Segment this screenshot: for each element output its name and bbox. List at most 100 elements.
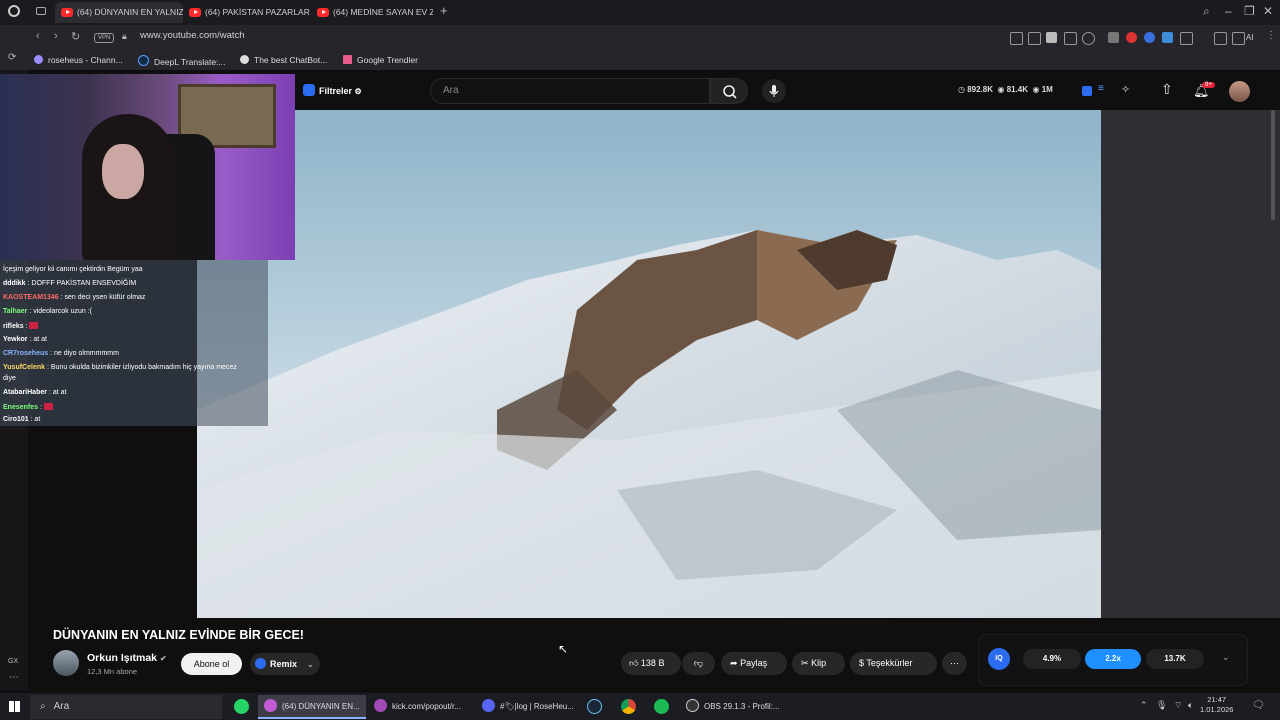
extension-icon[interactable] [1064, 32, 1077, 45]
search-tabs-icon[interactable]: ⌕ [1203, 4, 1210, 19]
iq-stats: ◷ 892.8K ◉ 81.4K ◉ 1M [958, 85, 1053, 94]
subscribe-button[interactable]: Abone ol [181, 653, 242, 675]
channel-avatar[interactable] [53, 650, 79, 676]
extension-icon[interactable] [1180, 32, 1193, 45]
youtube-icon [317, 8, 329, 17]
extension-icon[interactable] [1162, 32, 1173, 43]
extension-icon[interactable] [1144, 32, 1155, 43]
clip-button[interactable]: ✂ Klip [792, 652, 845, 675]
chevron-down-icon[interactable]: ⌄ [1222, 652, 1230, 663]
chat-message: dddikk : DOFFF PAKİSTAN ENSEVDİĞİM [3, 280, 137, 287]
page-scrollbar[interactable] [1271, 110, 1275, 220]
extension-icon[interactable] [1232, 32, 1245, 45]
list-icon[interactable]: ≡ [1098, 83, 1104, 94]
close-window-button[interactable]: ✕ [1263, 4, 1273, 18]
extension-icon[interactable] [1046, 32, 1057, 43]
tab-youtube-3[interactable]: (64) MEDİNE SAYAN EV Z [311, 2, 433, 23]
heart-icon[interactable] [1082, 32, 1095, 45]
microphone-icon[interactable]: 🎙︎ [1156, 700, 1167, 711]
chat-username: rifleks [3, 323, 24, 330]
extension-icon[interactable] [1028, 32, 1041, 45]
bookmark-label: DeepL Translate:... [154, 57, 226, 67]
subscriber-count: 12,3 Mn abone [87, 667, 138, 676]
taskbar-app-browser[interactable]: (64) DÜNYANIN EN... [258, 695, 366, 719]
volume-icon[interactable]: 🔈︎ [1188, 700, 1193, 711]
iq-logo-icon[interactable] [1082, 86, 1092, 96]
filters-label: Filtreler [319, 86, 353, 96]
opera-gx-logo-icon[interactable] [8, 5, 20, 17]
thumbs-down-icon: 👎︎ [693, 658, 704, 668]
tab-overview-icon[interactable] [36, 7, 46, 15]
spotify-icon[interactable] [654, 699, 669, 714]
extension-icon[interactable] [1010, 32, 1023, 45]
bookmarks-bar: roseheus - Chann... DeepL Translate:... … [0, 51, 1280, 70]
share-button[interactable]: ➦ Paylaş [721, 652, 787, 675]
browser-menu-icon[interactable]: ⋮ [1266, 30, 1276, 41]
wifi-icon[interactable]: ⌔ [1174, 700, 1182, 711]
user-avatar[interactable] [1229, 81, 1250, 102]
voice-search-button[interactable] [762, 79, 786, 103]
maximize-button[interactable]: ❐ [1244, 4, 1255, 18]
ai-label[interactable]: AI [1246, 33, 1254, 42]
chat-message: AtabariHaber : at at [3, 389, 67, 396]
bulb-icon[interactable]: ✧ [1121, 83, 1130, 96]
download-icon[interactable] [1214, 32, 1227, 45]
taskbar-app-label: (64) DÜNYANIN EN... [282, 702, 360, 711]
taskbar-app-kick[interactable]: kick.com/popout/r... [368, 695, 473, 719]
chat-username: AtabariHaber [3, 389, 47, 396]
trend-icon [343, 55, 352, 64]
emote-icon [29, 322, 39, 329]
search-input[interactable]: Ara [430, 78, 710, 104]
extension-icon[interactable] [1126, 32, 1137, 43]
vpn-badge[interactable]: VPN [94, 33, 115, 43]
iq-badge[interactable]: IQ [988, 648, 1010, 670]
search-icon: ⌕ [40, 701, 46, 712]
whatsapp-icon[interactable] [234, 699, 249, 714]
back-button[interactable]: ‹ [36, 30, 40, 42]
tray-chevron-icon[interactable]: ⌃ [1140, 700, 1148, 711]
url-field[interactable]: www.youtube.com/watch [140, 30, 245, 41]
taskbar-app-obs[interactable]: OBS 29.1.3 - Profil:... [680, 695, 780, 719]
like-button[interactable]: 👍︎ 138 B [621, 652, 681, 675]
thanks-button[interactable]: $ Teşekkürler [850, 652, 937, 675]
more-icon[interactable]: ⋯ [9, 672, 19, 683]
iq-icon [255, 658, 266, 669]
search-icon [723, 85, 737, 99]
reload-button[interactable]: ↻ [71, 30, 80, 43]
remix-button[interactable]: Remix ⌄ [250, 653, 320, 675]
notification-center-icon[interactable]: 🗨︎ [1252, 700, 1265, 711]
video-player[interactable] [197, 110, 1101, 618]
tab-youtube-2[interactable]: (64) PAKİSTAN PAZARLAR [183, 2, 311, 23]
new-tab-button[interactable]: + [440, 3, 448, 18]
steam-icon[interactable] [587, 699, 602, 714]
chrome-icon[interactable] [621, 699, 636, 714]
bookmark-item[interactable]: The best ChatBot... [240, 55, 327, 65]
search-button[interactable] [710, 78, 748, 104]
bookmark-label: roseheus - Chann... [48, 55, 123, 65]
channel-name[interactable]: Orkun Işıtmak ✔ [87, 652, 167, 664]
minimize-button[interactable]: – [1225, 4, 1232, 18]
browser-tab-bar: (64) DÜNYANIN EN YALNIZ (64) PAKİSTAN PA… [0, 0, 1280, 25]
sidebar-toggle-icon[interactable]: ⟳ [8, 52, 16, 63]
extension-icon[interactable] [1108, 32, 1119, 43]
gx-label[interactable]: GX [8, 658, 18, 665]
upload-icon[interactable]: ⇧ [1161, 81, 1173, 98]
taskbar-search[interactable]: ⌕ Ara [30, 695, 222, 719]
more-actions-button[interactable]: ⋯ [942, 652, 967, 675]
obs-icon [686, 699, 699, 712]
clock-date: 1.01.2026 [1200, 705, 1234, 714]
bookmark-item[interactable]: roseheus - Chann... [34, 55, 123, 65]
windows-start-icon[interactable] [9, 701, 20, 712]
tab-youtube-active[interactable]: (64) DÜNYANIN EN YALNIZ [55, 2, 183, 23]
forward-button[interactable]: › [54, 30, 58, 42]
filters-button[interactable]: Filtreler ⚙ [303, 81, 375, 101]
chat-username: Ciro101 [3, 416, 29, 423]
like-count: 138 B [640, 658, 665, 668]
dislike-button[interactable]: 👎︎ [682, 652, 715, 675]
bookmark-item[interactable]: DeepL Translate:... [138, 55, 226, 67]
chat-message: Ciro101 : at [3, 416, 41, 423]
bookmark-item[interactable]: Google Trendler [343, 55, 418, 65]
taskbar-clock[interactable]: 21:47 1.01.2026 [1200, 695, 1233, 715]
taskbar-app-discord[interactable]: #🏷|log | RoseHeu... [476, 695, 580, 719]
chat-text: at at [33, 336, 47, 343]
